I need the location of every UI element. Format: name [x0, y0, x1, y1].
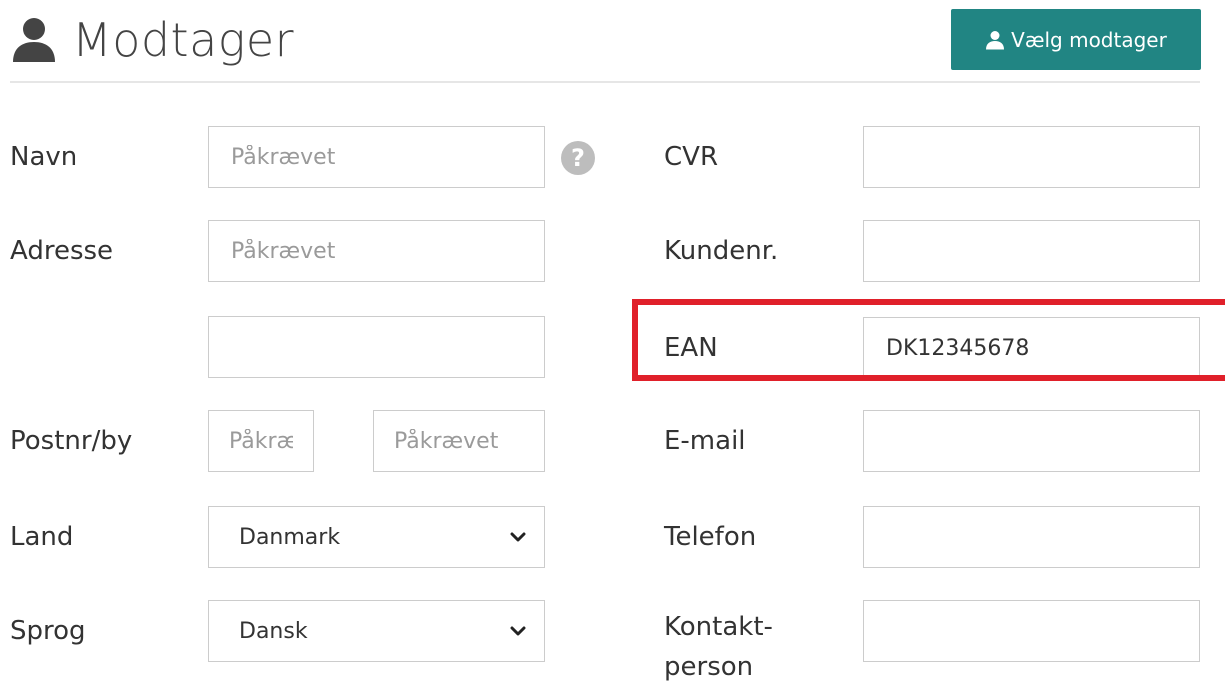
cvr-input[interactable]: [863, 126, 1200, 188]
country-select[interactable]: Danmark: [208, 506, 545, 568]
email-input[interactable]: [863, 410, 1200, 472]
postal-city-label: Postnr/by: [10, 426, 133, 456]
country-label: Land: [10, 522, 74, 552]
contact-person-label-line2: person: [664, 652, 754, 682]
phone-input[interactable]: [863, 506, 1200, 568]
contact-person-label-line1: Kontakt-: [664, 612, 773, 642]
name-label: Navn: [10, 142, 78, 172]
address-line2-input[interactable]: [208, 316, 545, 378]
user-icon: [13, 18, 55, 62]
choose-recipient-label: Vælg modtager: [1011, 27, 1167, 52]
country-selected-value: Danmark: [239, 524, 341, 550]
chevron-down-icon: [510, 532, 526, 542]
page-title: Modtager: [72, 13, 295, 67]
page-header: Modtager: [10, 8, 294, 72]
header-divider: [10, 81, 1200, 83]
phone-label: Telefon: [664, 522, 757, 552]
question-icon[interactable]: ?: [561, 141, 595, 175]
name-input[interactable]: [208, 126, 545, 188]
customer-number-input[interactable]: [863, 220, 1200, 282]
postal-code-input[interactable]: [208, 410, 314, 472]
ean-input[interactable]: [863, 317, 1200, 379]
chevron-down-icon: [510, 626, 526, 636]
language-selected-value: Dansk: [239, 618, 308, 644]
address-input[interactable]: [208, 220, 545, 282]
language-select[interactable]: Dansk: [208, 600, 545, 662]
contact-person-input[interactable]: [863, 600, 1200, 662]
email-label: E-mail: [664, 426, 746, 456]
city-input[interactable]: [373, 410, 545, 472]
choose-recipient-button[interactable]: Vælg modtager: [951, 9, 1201, 70]
user-icon: [986, 30, 1005, 49]
address-label: Adresse: [10, 236, 114, 266]
cvr-label: CVR: [664, 142, 719, 172]
customer-number-label: Kundenr.: [664, 236, 779, 266]
ean-label: EAN: [664, 333, 718, 363]
language-label: Sprog: [10, 616, 86, 646]
